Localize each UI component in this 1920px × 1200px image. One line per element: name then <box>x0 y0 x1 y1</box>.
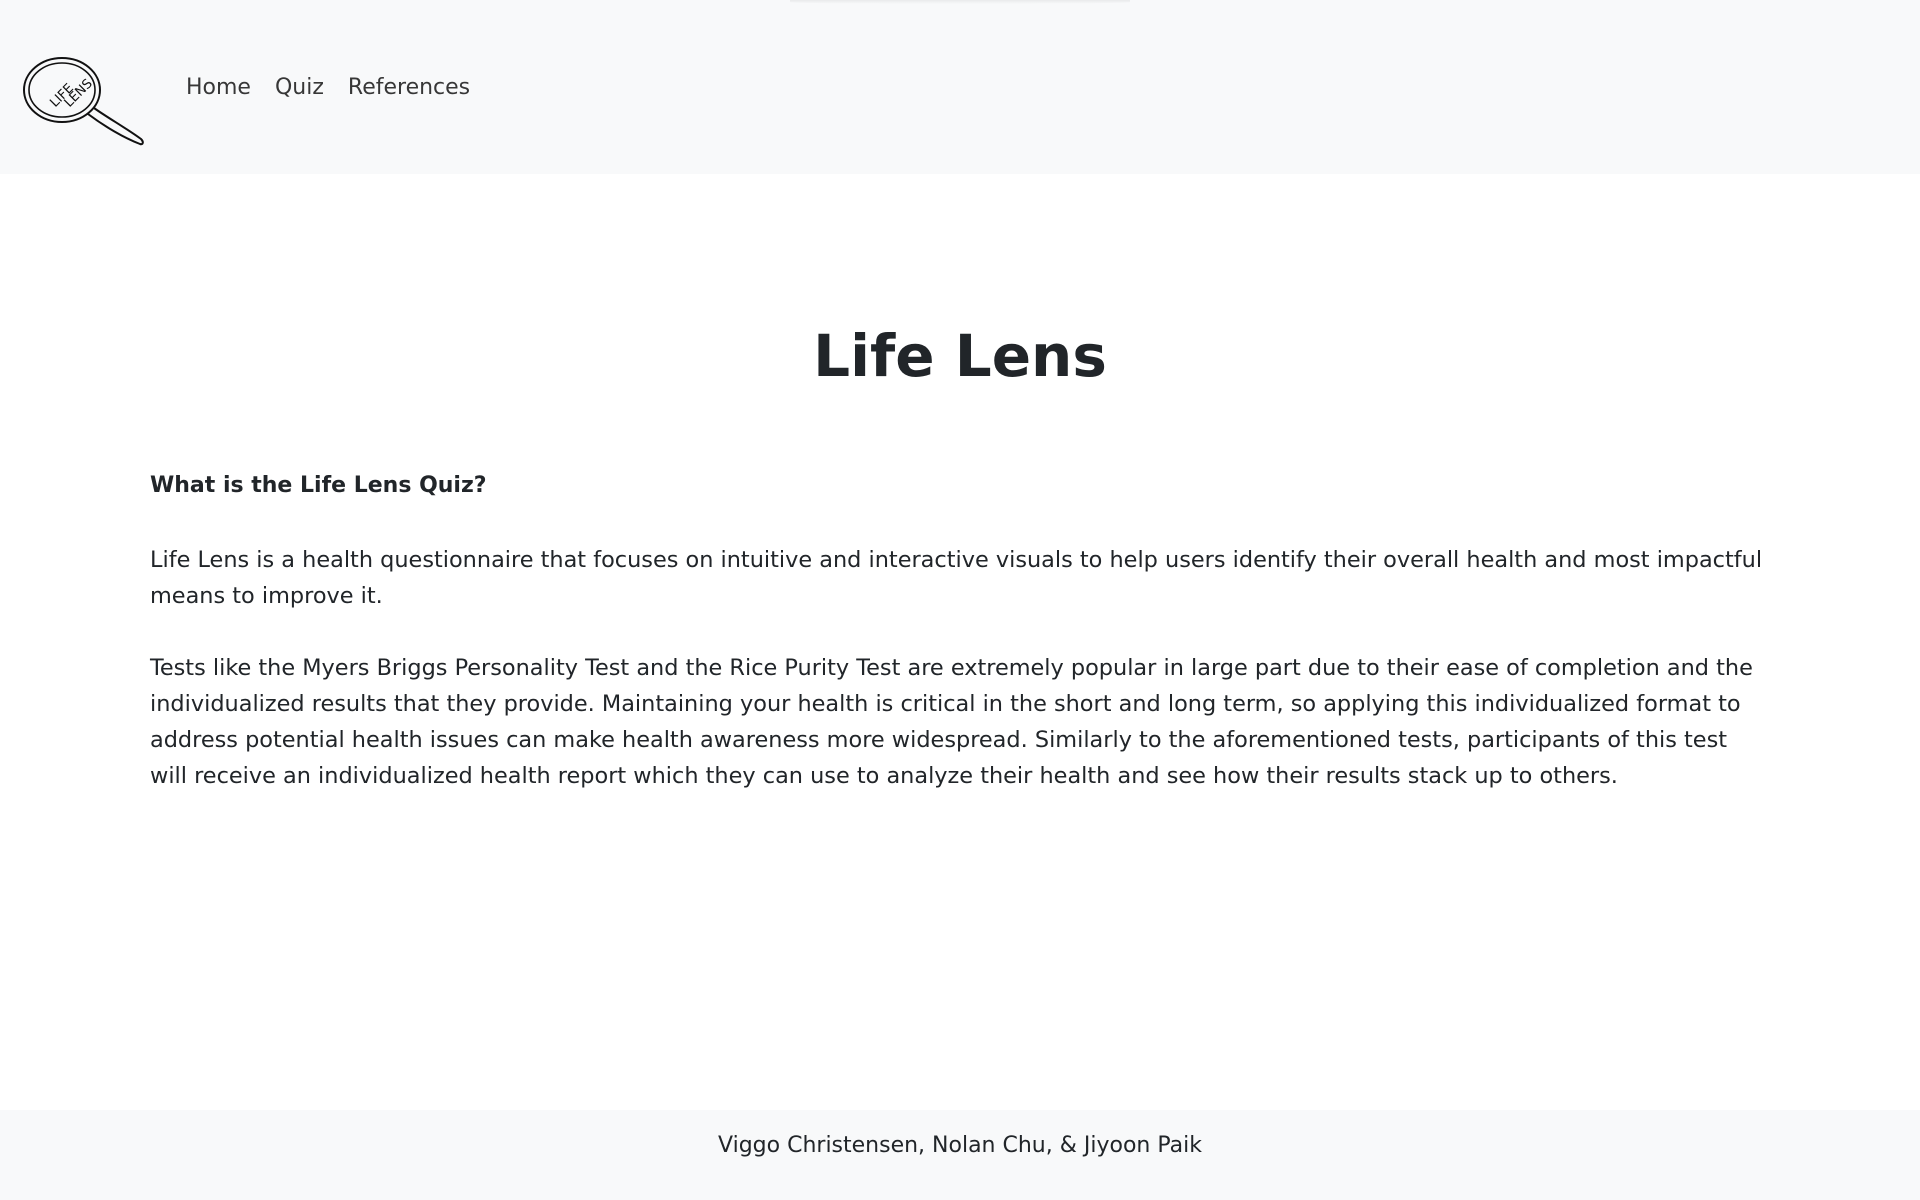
navbar: LIFE LENS Home Quiz References <box>0 0 1920 174</box>
nav-quiz[interactable]: Quiz <box>275 72 324 104</box>
nav-references[interactable]: References <box>348 72 470 104</box>
description-paragraph: Tests like the Myers Briggs Personality … <box>150 655 1753 789</box>
intro-paragraph: Life Lens is a health questionnaire that… <box>150 547 1763 609</box>
footer: Viggo Christensen, Nolan Chu, & Jiyoon P… <box>0 1110 1920 1200</box>
footer-credits: Viggo Christensen, Nolan Chu, & Jiyoon P… <box>718 1133 1202 1158</box>
section-heading: What is the Life Lens Quiz? <box>150 473 487 498</box>
life-lens-logo[interactable]: LIFE LENS <box>22 56 146 146</box>
primary-nav: Home Quiz References <box>186 72 494 104</box>
magnifying-glass-icon: LIFE LENS <box>23 57 144 146</box>
top-shadow <box>790 0 1130 4</box>
page-title: Life Lens <box>813 322 1107 390</box>
nav-home[interactable]: Home <box>186 72 251 104</box>
page: LIFE LENS Home Quiz References Life Lens… <box>0 0 1920 1200</box>
